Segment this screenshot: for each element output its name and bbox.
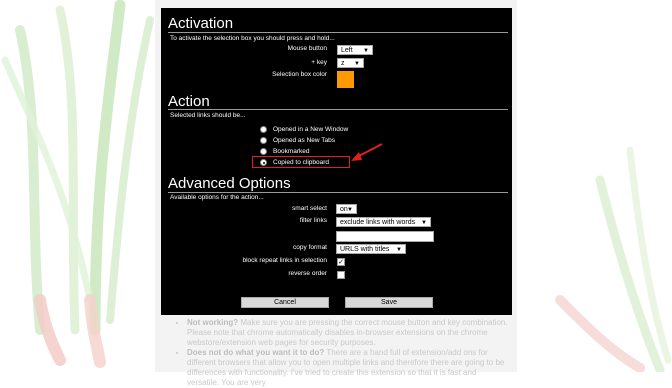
action-divider xyxy=(168,109,508,110)
annotation-highlight-box xyxy=(252,156,350,168)
advanced-description: Available options for the action... xyxy=(170,194,264,201)
key-select[interactable]: z ▼ xyxy=(337,58,364,68)
reverse-order-label: reverse order xyxy=(288,270,327,277)
cancel-button[interactable]: Cancel xyxy=(241,297,329,308)
advanced-divider xyxy=(168,192,508,193)
mouse-button-select[interactable]: Left ▼ xyxy=(337,45,373,55)
chevron-down-icon: ▼ xyxy=(421,220,427,226)
mouse-button-label: Mouse button xyxy=(287,45,327,52)
copy-format-value: URLS with titles xyxy=(340,246,390,253)
key-value: z xyxy=(341,60,345,67)
action-description: Selected links should be... xyxy=(170,112,246,119)
block-repeat-checkbox[interactable]: ✓ xyxy=(337,258,345,266)
annotation-arrow-icon xyxy=(351,143,383,161)
box-color-swatch[interactable] xyxy=(337,71,354,88)
filter-links-select[interactable]: exclude links with words ▼ xyxy=(336,217,431,227)
help-item-not-what-you-want: Does not do what you want it to do? Ther… xyxy=(187,348,510,388)
copy-format-label: copy format xyxy=(293,244,327,251)
radio-label-new-tabs: Opened as New Tabs xyxy=(273,137,336,144)
help-text: Not working? Make sure you are pressing … xyxy=(178,318,510,388)
filter-links-value: exclude links with words xyxy=(340,219,416,226)
radio-button[interactable] xyxy=(260,148,267,155)
save-button[interactable]: Save xyxy=(345,297,433,308)
activation-title: Activation xyxy=(168,15,234,32)
action-title: Action xyxy=(168,93,210,110)
smart-select-select[interactable]: on ▼ xyxy=(336,204,357,214)
filter-words-input[interactable] xyxy=(336,231,434,242)
radio-label-new-window: Opened in a New Window xyxy=(273,126,349,133)
advanced-title: Advanced Options xyxy=(168,175,291,192)
smart-select-label: smart select xyxy=(291,205,327,212)
radio-button[interactable] xyxy=(260,137,267,144)
chevron-down-icon: ▼ xyxy=(363,48,369,54)
mouse-button-value: Left xyxy=(341,47,353,54)
check-icon: ✓ xyxy=(338,259,344,266)
options-dialog: Activation To activate the selection box… xyxy=(161,8,512,315)
reverse-order-checkbox[interactable] xyxy=(337,271,345,279)
help-item-not-working: Not working? Make sure you are pressing … xyxy=(187,318,510,348)
radio-button[interactable] xyxy=(260,126,267,133)
radio-label-bookmarked: Bookmarked xyxy=(273,148,310,155)
filter-links-label: filter links xyxy=(299,217,327,224)
copy-format-select[interactable]: URLS with titles ▼ xyxy=(336,244,406,254)
block-repeat-label: block repeat links in selection xyxy=(242,257,327,264)
chevron-down-icon: ▼ xyxy=(347,207,353,213)
chevron-down-icon: ▼ xyxy=(396,247,402,253)
chevron-down-icon: ▼ xyxy=(354,61,360,67)
box-color-label: Selection box color xyxy=(272,71,327,78)
activation-description: To activate the selection box you should… xyxy=(170,35,335,42)
activation-divider xyxy=(168,32,508,33)
key-label: + key xyxy=(311,59,327,66)
